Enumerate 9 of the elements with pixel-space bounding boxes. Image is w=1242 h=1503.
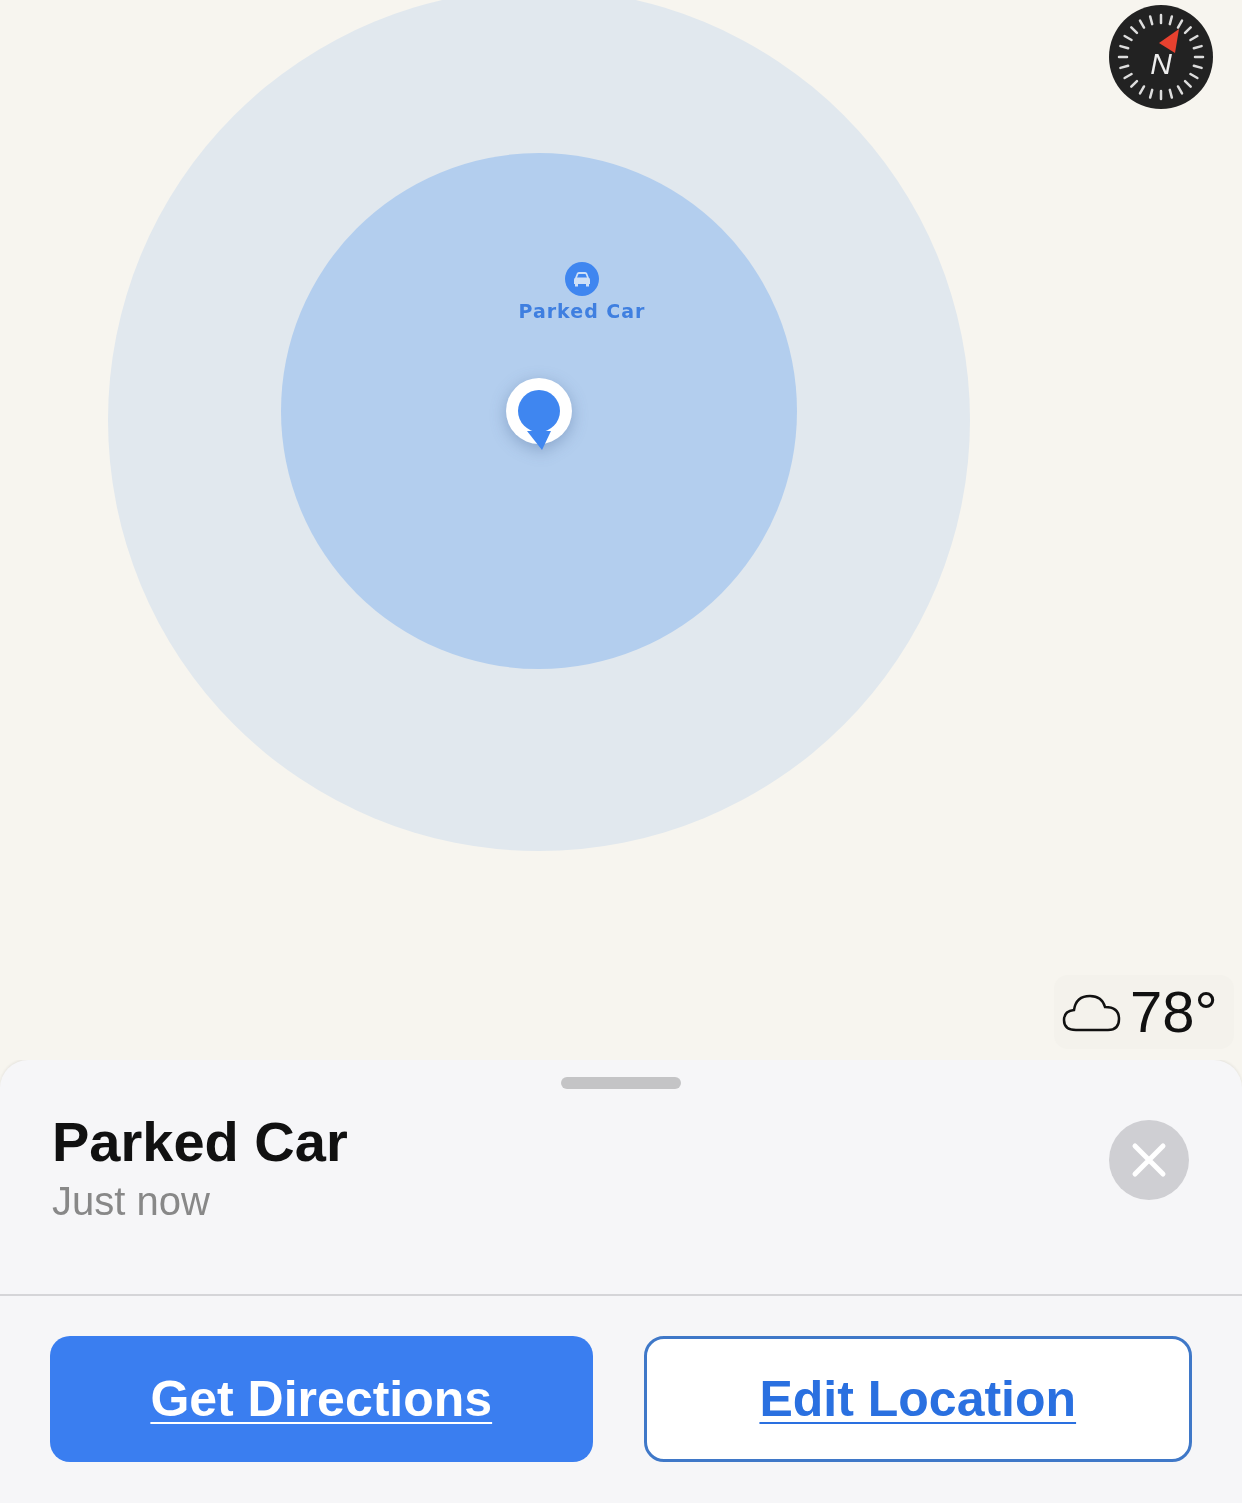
timestamp: Just now [52, 1178, 211, 1224]
directions-button[interactable]: Get Directions [50, 1336, 593, 1462]
compass-button[interactable]: N [1109, 5, 1213, 109]
close-icon [1131, 1142, 1167, 1178]
sheet-title: Parked Car [52, 1111, 348, 1173]
temperature: 78° [1130, 983, 1218, 1041]
sheet-handle[interactable] [561, 1077, 681, 1089]
car-icon[interactable] [564, 261, 600, 297]
edit-location-button[interactable]: Edit Location [643, 1336, 1192, 1462]
